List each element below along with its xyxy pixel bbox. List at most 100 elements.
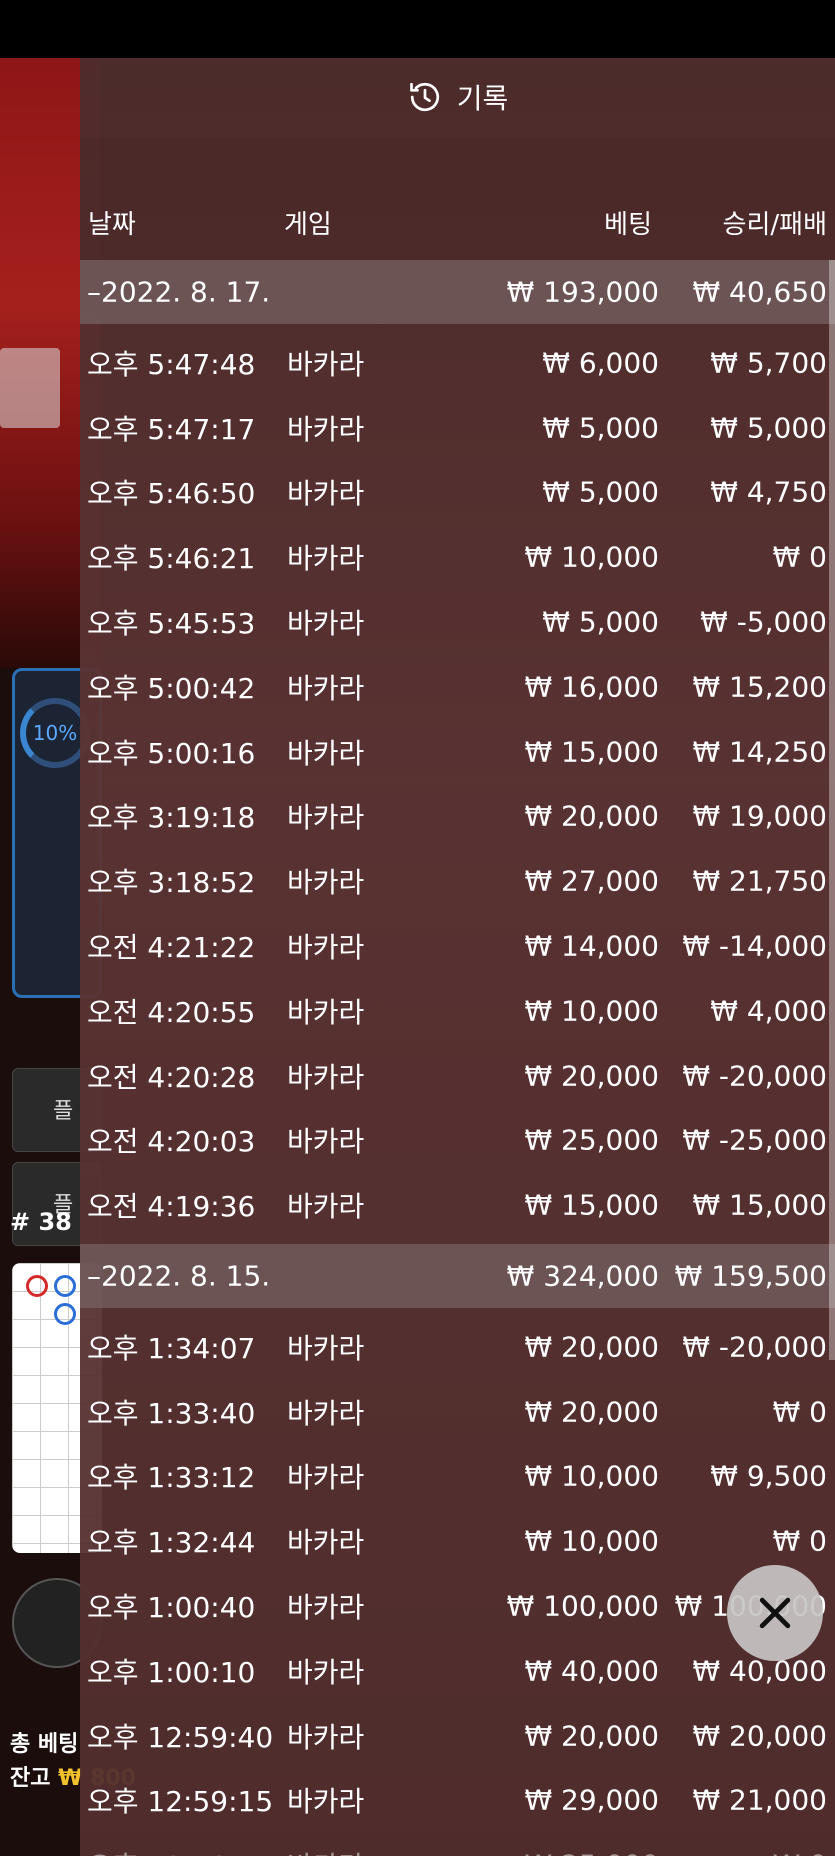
history-row[interactable]: 오후 5:46:21 바카라 ₩ 10,000 ₩ 0 (80, 525, 835, 589)
row-game: 바카라 (287, 412, 365, 446)
row-time: 오후 12:59:40 (87, 1720, 274, 1754)
row-time: 오후 5:00:42 (87, 671, 256, 705)
history-row[interactable]: 오후 5:47:17 바카라 ₩ 5,000 ₩ 5,000 (80, 396, 835, 460)
status-bar (0, 0, 835, 58)
row-bet: ₩ 10,000 (524, 994, 659, 1028)
row-time: 오후 5:47:17 (87, 412, 256, 446)
row-time: 오후 3:18:52 (87, 866, 256, 900)
row-game: 바카라 (287, 607, 365, 640)
date-group-header[interactable]: –2022. 8. 17. ₩ 193,000 ₩ 40,650 (80, 260, 835, 324)
column-date: 날짜 (88, 210, 136, 240)
history-row[interactable]: 오후 12:59:40 바카라 ₩ 20,000 ₩ 20,000 (80, 1704, 835, 1768)
row-result: ₩ 15,200 (692, 670, 827, 704)
round-number: # 38 (10, 1208, 72, 1236)
row-bet: ₩ 20,000 (524, 1330, 659, 1364)
group-date: –2022. 8. 17. (87, 275, 271, 309)
row-game: 바카라 (287, 1396, 365, 1430)
row-time: 오후 1:34:07 (87, 1331, 256, 1365)
row-bet: ₩ 29,000 (524, 1783, 659, 1817)
row-bet: ₩ 15,000 (524, 735, 659, 769)
row-result: ₩ -25,000 (682, 1123, 827, 1157)
row-bet: ₩ 10,000 (524, 540, 659, 574)
row-result: ₩ 0 (772, 1524, 827, 1558)
history-row[interactable]: 오전 4:20:03 바카라 ₩ 25,000 ₩ -25,000 (80, 1108, 835, 1172)
row-game: 바카라 (287, 1125, 365, 1159)
row-game: 바카라 (287, 1526, 365, 1560)
balance-label: 잔고 (10, 1766, 51, 1791)
row-time: 오전 4:20:55 (87, 995, 256, 1029)
history-row[interactable]: 오후 1:00:10 바카라 ₩ 40,000 ₩ 40,000 (80, 1639, 835, 1703)
row-game: 바카라 (287, 1785, 365, 1819)
row-result: ₩ 15,000 (692, 1188, 827, 1222)
row-game: 바카라 (287, 931, 365, 964)
row-game: 바카라 (287, 736, 365, 770)
history-title: 기록 (456, 82, 509, 115)
row-time: 오전 4:20:03 (87, 1125, 256, 1159)
row-game: 바카라 (287, 801, 365, 835)
history-row[interactable]: 오전 4:21:22 바카라 ₩ 14,000 ₩ -14,000 (80, 914, 835, 978)
row-bet: ₩ 15,000 (524, 1188, 659, 1222)
row-game: 바카라 (287, 1461, 365, 1495)
history-row[interactable]: 오후 5:47:48 바카라 ₩ 6,000 ₩ 5,700 (80, 331, 835, 395)
row-result: ₩ 5,000 (710, 411, 827, 445)
history-row[interactable]: 오후 1:32:44 바카라 ₩ 10,000 ₩ 0 (80, 1509, 835, 1573)
scrollbar[interactable] (829, 260, 835, 1360)
row-result: ₩ 9,500 (710, 1459, 827, 1493)
row-time: 오후 5:46:21 (87, 542, 256, 576)
row-bet: ₩ 14,000 (524, 929, 659, 963)
row-result: ₩ -20,000 (682, 1059, 827, 1093)
row-bet: ₩ 5,000 (542, 411, 659, 445)
row-game: 바카라 (287, 671, 365, 705)
history-row[interactable]: 오후 5:00:16 바카라 ₩ 15,000 ₩ 14,250 (80, 720, 835, 784)
row-bet: ₩ 20,000 (524, 1395, 659, 1429)
row-result: ₩ 21,000 (692, 1783, 827, 1817)
row-time: 오후 1:32:44 (87, 1526, 256, 1560)
history-row[interactable]: 오후 3:18:52 바카라 ₩ 27,000 ₩ 21,750 (80, 849, 835, 913)
history-row[interactable]: 오후 12:58:41 바카라 ₩ 25,000 ₩ 0 (80, 1833, 835, 1856)
row-time: 오후 1:33:12 (87, 1461, 256, 1495)
history-row[interactable]: 오후 5:45:53 바카라 ₩ 5,000 ₩ -5,000 (80, 590, 835, 654)
row-bet: ₩ 27,000 (524, 864, 659, 898)
row-bet: ₩ 5,000 (542, 475, 659, 509)
close-button[interactable] (727, 1565, 823, 1661)
history-row[interactable]: 오후 5:00:42 바카라 ₩ 16,000 ₩ 15,200 (80, 655, 835, 719)
row-bet: ₩ 100,000 (506, 1589, 659, 1623)
history-row[interactable]: 오전 4:20:28 바카라 ₩ 20,000 ₩ -20,000 (80, 1044, 835, 1108)
row-time: 오후 5:47:48 (87, 347, 256, 381)
row-time: 오전 4:21:22 (87, 931, 256, 964)
history-row[interactable]: 오전 4:20:55 바카라 ₩ 10,000 ₩ 4,000 (80, 979, 835, 1043)
row-time: 오전 4:20:28 (87, 1060, 256, 1094)
history-row[interactable]: 오전 4:19:36 바카라 ₩ 15,000 ₩ 15,000 (80, 1173, 835, 1237)
row-bet: ₩ 25,000 (524, 1849, 659, 1856)
card-shoe (0, 348, 60, 428)
history-row[interactable]: 오후 1:33:40 바카라 ₩ 20,000 ₩ 0 (80, 1380, 835, 1444)
row-game: 바카라 (287, 477, 365, 511)
row-result: ₩ 0 (772, 1395, 827, 1429)
close-icon (759, 1597, 791, 1629)
history-row[interactable]: 오후 5:46:50 바카라 ₩ 5,000 ₩ 4,750 (80, 460, 835, 524)
row-bet: ₩ 20,000 (524, 799, 659, 833)
history-row[interactable]: 오후 1:34:07 바카라 ₩ 20,000 ₩ -20,000 (80, 1315, 835, 1379)
row-bet: ₩ 10,000 (524, 1459, 659, 1493)
row-bet: ₩ 16,000 (524, 670, 659, 704)
row-time: 오후 1:00:40 (87, 1591, 256, 1624)
history-row[interactable]: 오후 12:59:15 바카라 ₩ 29,000 ₩ 21,000 (80, 1768, 835, 1832)
row-time: 오후 1:00:10 (87, 1655, 256, 1689)
history-row[interactable]: 오후 3:19:18 바카라 ₩ 20,000 ₩ 19,000 (80, 784, 835, 848)
row-result: ₩ 14,250 (692, 735, 827, 769)
history-row[interactable]: 오후 1:00:40바카라₩ 100,000₩ 100,000 (80, 1574, 835, 1638)
row-time: 오후 5:46:50 (87, 477, 256, 511)
progress-label: 10% (32, 721, 78, 745)
column-game: 게임 (284, 210, 332, 240)
history-row[interactable]: 오후 1:33:12 바카라 ₩ 10,000 ₩ 9,500 (80, 1444, 835, 1508)
row-bet: ₩ 10,000 (524, 1524, 659, 1558)
row-game: 바카라 (287, 1060, 365, 1094)
date-group-header[interactable]: –2022. 8. 15. ₩ 324,000 ₩ 159,500 (80, 1244, 835, 1308)
group-date: –2022. 8. 15. (87, 1259, 271, 1293)
row-game: 바카라 (287, 1591, 365, 1624)
row-bet: ₩ 40,000 (524, 1654, 659, 1688)
row-bet: ₩ 20,000 (524, 1719, 659, 1753)
column-bet: 베팅 (604, 210, 652, 240)
row-result: ₩ 4,000 (710, 994, 827, 1028)
row-time: 오후 1:33:40 (87, 1396, 256, 1430)
